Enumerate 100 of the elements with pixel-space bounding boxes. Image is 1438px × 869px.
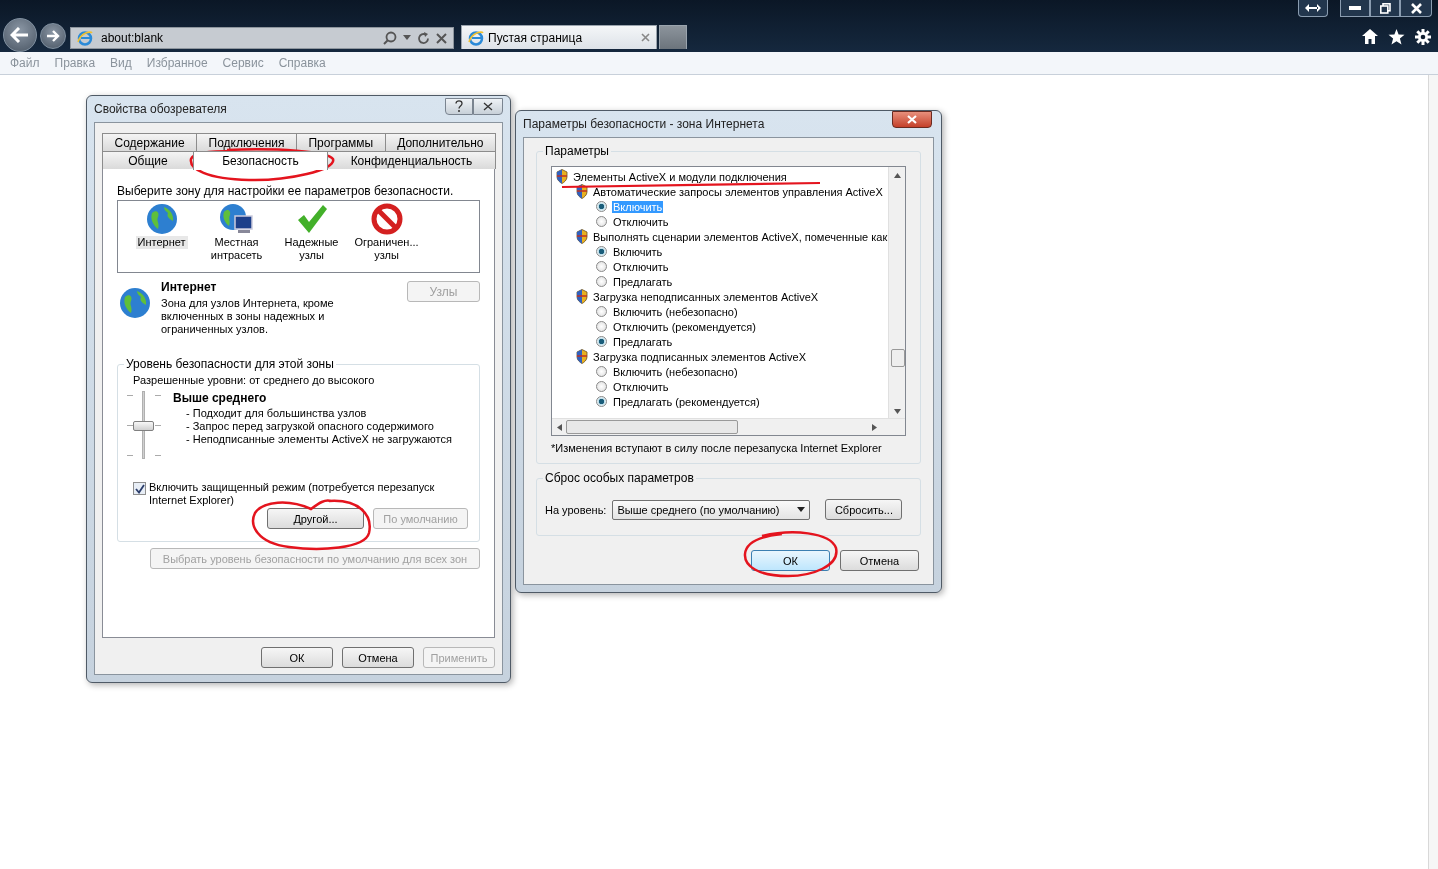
level-description: - Запрос перед загрузкой опасного содержимого bbox=[185, 420, 435, 433]
scroll-up-icon[interactable] bbox=[893, 173, 901, 178]
option-label[interactable]: Включить bbox=[612, 245, 664, 258]
caret-icon bbox=[797, 507, 806, 512]
zone-item[interactable]: Ограничен... узлы bbox=[349, 203, 424, 272]
close-tab-icon[interactable] bbox=[641, 33, 650, 42]
group-title: Параметры bbox=[543, 144, 611, 158]
refresh-icon[interactable] bbox=[417, 31, 430, 45]
window-title: Свойства обозревателя bbox=[94, 102, 227, 116]
close-icon bbox=[483, 101, 493, 111]
star-icon[interactable] bbox=[1388, 29, 1405, 45]
radio-button[interactable] bbox=[596, 306, 607, 317]
setting-label: Загрузка неподписанных элементов ActiveX bbox=[593, 290, 819, 303]
globe-icon bbox=[145, 203, 178, 235]
radio-button[interactable] bbox=[596, 201, 607, 212]
horizontal-scrollbar[interactable] bbox=[552, 418, 905, 435]
forward-button[interactable] bbox=[40, 23, 66, 49]
back-button[interactable] bbox=[3, 18, 37, 52]
level-description: - Подходит для большинства узлов bbox=[185, 407, 368, 420]
help-button[interactable] bbox=[445, 97, 473, 115]
address-bar[interactable]: about:blank bbox=[70, 27, 454, 49]
shield-icon bbox=[576, 349, 588, 364]
radio-button[interactable] bbox=[596, 261, 607, 272]
radio-button[interactable] bbox=[596, 396, 607, 407]
scrollbar-thumb[interactable] bbox=[566, 420, 738, 434]
help-icon bbox=[455, 100, 463, 112]
tab[interactable]: Содержание bbox=[102, 133, 198, 151]
stop-icon[interactable] bbox=[436, 32, 447, 44]
dialog-button[interactable]: Отмена bbox=[840, 550, 919, 571]
close-button[interactable] bbox=[892, 110, 932, 128]
shield-icon bbox=[576, 184, 588, 199]
tab[interactable]: Подключения bbox=[196, 133, 297, 151]
zone-item[interactable]: Интернет bbox=[124, 203, 199, 272]
dialog-button[interactable]: Отмена bbox=[342, 647, 414, 668]
scroll-left-icon[interactable] bbox=[557, 423, 562, 431]
setting-label: Автоматические запросы элементов управления ActiveX bbox=[593, 185, 883, 198]
prohibited-icon bbox=[370, 203, 403, 235]
level-dropdown[interactable]: Выше среднего (по умолчанию) bbox=[612, 499, 811, 520]
close-icon bbox=[907, 114, 917, 124]
close-icon bbox=[1410, 2, 1422, 14]
radio-button[interactable] bbox=[596, 381, 607, 392]
tab[interactable]: Конфиденциальность bbox=[327, 151, 496, 169]
level-name: Выше среднего bbox=[173, 391, 268, 405]
level-button[interactable]: Другой... bbox=[267, 508, 364, 529]
checkbox[interactable] bbox=[133, 482, 146, 495]
option-label[interactable]: Отключить bbox=[612, 260, 670, 273]
shield-icon bbox=[576, 229, 588, 244]
scrollbar-thumb[interactable] bbox=[891, 349, 905, 367]
close-button[interactable] bbox=[1400, 0, 1432, 17]
option-label[interactable]: Предлагать bbox=[612, 275, 674, 288]
group-title: Сброс особых параметров bbox=[543, 471, 696, 485]
restore-icon bbox=[1379, 2, 1391, 14]
browser-logo-icon bbox=[468, 29, 484, 46]
browser-logo-icon bbox=[77, 30, 93, 46]
resize-button[interactable] bbox=[1298, 0, 1328, 17]
option-label[interactable]: Отключить bbox=[612, 215, 670, 228]
restore-button[interactable] bbox=[1370, 0, 1400, 17]
home-icon[interactable] bbox=[1362, 29, 1378, 44]
tab[interactable]: Программы bbox=[295, 133, 386, 151]
resize-arrows-icon bbox=[1305, 4, 1321, 12]
zone-name: Интернет bbox=[161, 280, 218, 294]
scroll-down-icon[interactable] bbox=[893, 409, 901, 414]
security-slider[interactable] bbox=[127, 391, 161, 459]
reset-button[interactable]: Сбросить... bbox=[825, 499, 903, 520]
restart-note: *Изменения вступают в силу после перезапуска Internet Explorer bbox=[551, 442, 883, 454]
tab[interactable]: Безопасность bbox=[193, 151, 328, 170]
option-label[interactable]: Отключить (рекомендуется) bbox=[612, 320, 757, 333]
address-text: about:blank bbox=[101, 31, 165, 45]
tab[interactable]: Общие bbox=[102, 151, 194, 169]
checkbox-label: Включить защищенный режим (потребуется перезапуск Internet Explorer) bbox=[149, 481, 436, 507]
level-description: - Неподписанные элементы ActiveX не загружаются bbox=[185, 433, 452, 446]
option-label[interactable]: Предлагать bbox=[612, 335, 674, 348]
option-label[interactable]: Включить (небезопасно) bbox=[612, 365, 739, 378]
option-label[interactable]: Отключить bbox=[612, 380, 670, 393]
minimize-button[interactable] bbox=[1340, 0, 1370, 17]
dialog-button[interactable]: ОК bbox=[751, 550, 830, 571]
option-label[interactable]: Включить (небезопасно) bbox=[612, 305, 739, 318]
settings-icon[interactable] bbox=[1415, 29, 1431, 45]
search-icon[interactable] bbox=[383, 31, 397, 45]
radio-button[interactable] bbox=[596, 246, 607, 257]
tab[interactable]: Дополнительно bbox=[384, 133, 496, 151]
scroll-right-icon[interactable] bbox=[872, 423, 877, 431]
page-scrollbar[interactable] bbox=[1428, 75, 1438, 869]
zone-item[interactable]: Надежные узлы bbox=[274, 203, 349, 272]
globe-computer-icon bbox=[218, 203, 255, 235]
radio-button[interactable] bbox=[596, 366, 607, 377]
category-label: Элементы ActiveX и модули подключения bbox=[573, 170, 787, 183]
radio-button[interactable] bbox=[596, 216, 607, 227]
option-label[interactable]: Предлагать (рекомендуется) bbox=[612, 395, 761, 408]
zone-description: Зона для узлов Интернета, кроме включенных в зоны надежных и ограниченных узлов. bbox=[161, 297, 335, 336]
close-button[interactable] bbox=[473, 97, 503, 115]
radio-button[interactable] bbox=[596, 321, 607, 332]
browser-tab[interactable]: Пустая страница bbox=[461, 25, 657, 49]
setting-label: Выполнять сценарии элементов ActiveX, помеченные как bbox=[593, 230, 888, 243]
dropdown-caret-icon[interactable] bbox=[403, 35, 411, 41]
vertical-scrollbar[interactable] bbox=[888, 167, 905, 418]
zone-item[interactable]: Местная интрасеть bbox=[199, 203, 274, 272]
radio-button[interactable] bbox=[596, 276, 607, 287]
dialog-button[interactable]: ОК bbox=[261, 647, 333, 668]
radio-button[interactable] bbox=[596, 336, 607, 347]
